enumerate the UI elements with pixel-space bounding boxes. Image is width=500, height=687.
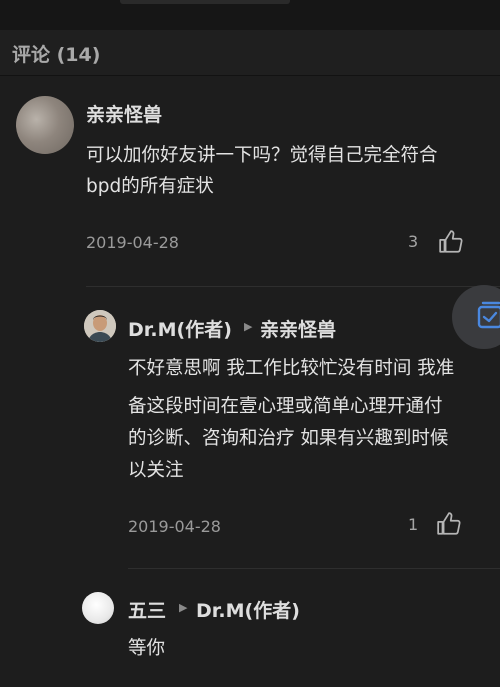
message-icon	[477, 301, 500, 329]
like-count: 3	[408, 232, 419, 251]
comment-text-line: bpd的所有症状	[86, 176, 214, 197]
top-bar	[0, 0, 500, 30]
reply-text-line: 不好意思啊 我工作比较忙没有时间 我准	[128, 358, 455, 379]
reply-text-line: 的诊断、咨询和治疗 如果有兴趣到时候	[128, 428, 449, 449]
floating-message-button[interactable]	[452, 285, 500, 349]
reply-target[interactable]: Dr.M(作者)	[196, 596, 300, 623]
like-count: 1	[408, 515, 419, 534]
reply-arrow-icon: ▶	[244, 320, 253, 333]
reply-text-line: 以关注	[128, 460, 184, 481]
avatar[interactable]	[84, 310, 116, 342]
comment-date: 2019-04-28	[86, 233, 179, 252]
reply-arrow-icon: ▶	[179, 601, 188, 614]
reply-text-line: 备这段时间在壹心理或简单心理开通付	[128, 396, 443, 417]
comment-author[interactable]: 亲亲怪兽	[86, 100, 162, 127]
reply-author[interactable]: 五三	[128, 596, 166, 623]
avatar[interactable]	[82, 592, 114, 624]
thumbs-up-icon[interactable]	[438, 229, 464, 255]
avatar[interactable]	[16, 96, 74, 154]
reply-date: 2019-04-28	[128, 517, 221, 536]
divider	[128, 568, 500, 569]
comments-title: 评论 (14)	[12, 44, 101, 66]
cut-off-title	[120, 0, 290, 4]
comment-text-line: 可以加你好友讲一下吗？觉得自己完全符合	[86, 145, 438, 166]
reply-text-line: 等你	[128, 638, 166, 659]
divider	[86, 286, 500, 287]
reply-author[interactable]: Dr.M(作者)	[128, 315, 232, 342]
thumbs-up-icon[interactable]	[436, 511, 462, 537]
comments-header: 评论 (14)	[0, 30, 500, 76]
reply-target[interactable]: 亲亲怪兽	[260, 315, 336, 342]
